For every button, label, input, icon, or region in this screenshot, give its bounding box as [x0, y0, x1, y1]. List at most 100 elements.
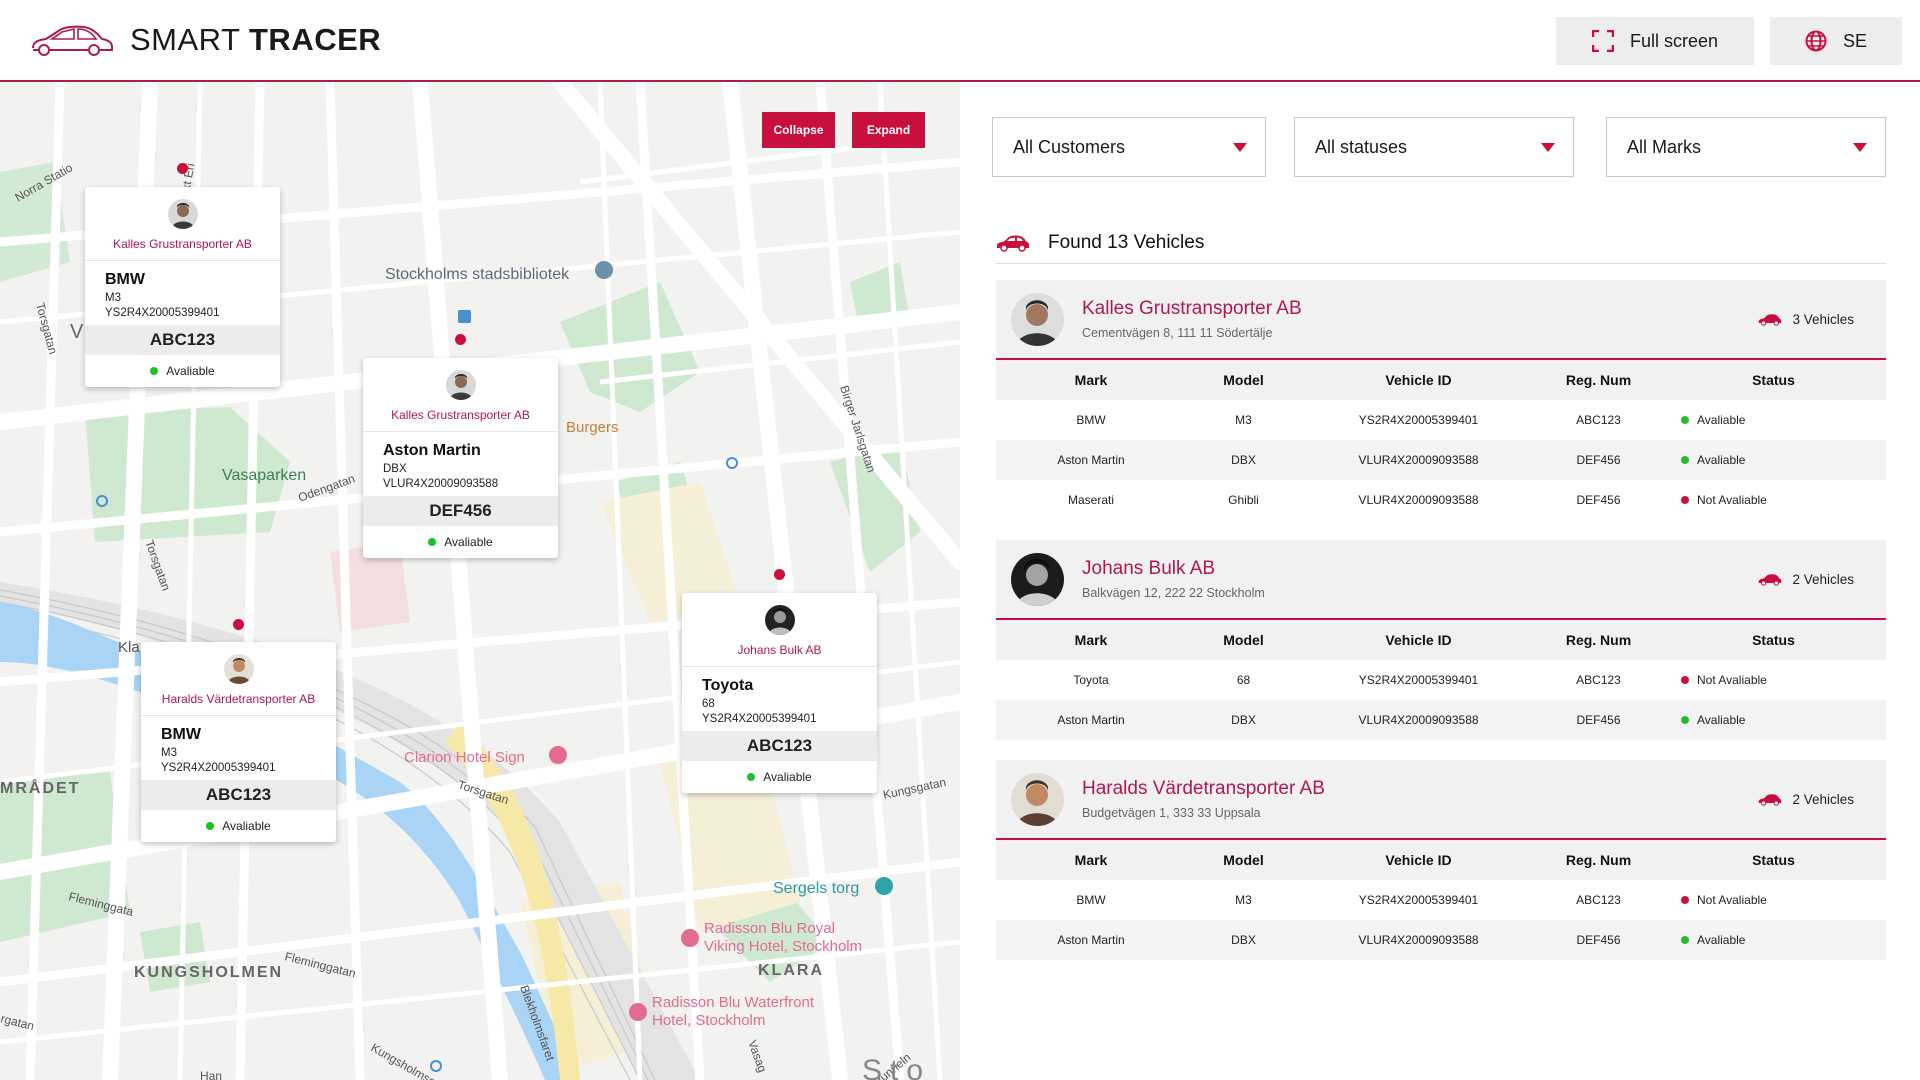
- map-label-vasaparken: Vasaparken: [222, 467, 306, 484]
- customer-header[interactable]: Johans Bulk AB Balkvägen 12, 222 22 Stoc…: [996, 540, 1886, 620]
- column-header: Mark: [996, 620, 1186, 660]
- column-header: Vehicle ID: [1301, 620, 1536, 660]
- column-header: Mark: [996, 360, 1186, 400]
- reg-number: ABC123: [682, 731, 877, 761]
- table-row[interactable]: BMW M3 YS2R4X20005399401 ABC123 Avaliabl…: [996, 400, 1886, 440]
- cell-reg: DEF456: [1536, 920, 1661, 960]
- map-pin[interactable]: [233, 619, 244, 630]
- cell-vehicle-id: YS2R4X20005399401: [1358, 413, 1479, 427]
- customer-header[interactable]: Haralds Värdetransporter AB Budgetvägen …: [996, 760, 1886, 840]
- status-dot: [1681, 496, 1689, 504]
- status-dot: [1681, 416, 1689, 424]
- cell-status: Avaliable: [1661, 920, 1886, 960]
- fullscreen-button[interactable]: Full screen: [1556, 17, 1754, 65]
- map-label-sergels: Sergels torg: [773, 880, 859, 897]
- map-label-stadsbibliotek: Stockholms stadsbibliotek: [385, 266, 570, 283]
- vehicle-id: YS2R4X20005399401: [161, 762, 276, 774]
- cell-model: M3: [1235, 893, 1252, 907]
- table-row[interactable]: Aston Martin DBX VLUR4X20009093588 DEF45…: [996, 920, 1886, 960]
- vehicle-popup-card[interactable]: Kalles Grustransporter AB BMW M3 YS2R4X2…: [85, 187, 280, 387]
- cell-status: Avaliable: [1661, 440, 1886, 480]
- vehicle-count: 2 Vehicles: [1758, 572, 1854, 587]
- customer-name: Haralds Värdetransporter AB: [1082, 778, 1325, 799]
- cell-reg: ABC123: [1576, 893, 1621, 907]
- cell-status: Not Avaliable: [1661, 480, 1886, 520]
- customer-group: Haralds Värdetransporter AB Budgetvägen …: [996, 760, 1886, 960]
- table-row[interactable]: Maserati Ghibli VLUR4X20009093588 DEF456…: [996, 480, 1886, 520]
- column-header: Reg. Num: [1536, 840, 1661, 880]
- map-label-radisson1b: Viking Hotel, Stockholm: [704, 938, 862, 955]
- status-dot: [428, 538, 437, 546]
- cell-vehicle-id: VLUR4X20009093588: [1301, 440, 1536, 480]
- customer-header[interactable]: Kalles Grustransporter AB Cementvägen 8,…: [996, 280, 1886, 360]
- car-logo-icon: [32, 25, 113, 56]
- reg-number: ABC123: [141, 780, 336, 810]
- map-pin[interactable]: [455, 334, 466, 345]
- column-header: Model: [1186, 620, 1301, 660]
- map-view[interactable]: Norra Statio Sankt Eri Torsgatan Odengat…: [0, 82, 960, 1080]
- car-icon: [1759, 794, 1782, 806]
- customer-address: Budgetvägen 1, 333 33 Uppsala: [1082, 806, 1261, 820]
- customer-name: Johans Bulk AB: [1082, 558, 1216, 579]
- cell-mark: BMW: [1076, 893, 1106, 907]
- map-label-radisson1a: Radisson Blu Royal: [704, 920, 835, 937]
- cell-reg: DEF456: [1536, 700, 1661, 740]
- app-logo[interactable]: SMART TRACER: [30, 22, 381, 58]
- vehicle-mark: Aston Martin: [383, 442, 481, 459]
- map-label-han: Han: [200, 1069, 222, 1080]
- status-dot: [1681, 716, 1689, 724]
- collapse-button[interactable]: Collapse: [762, 112, 835, 148]
- company-name: Kalles Grustransporter AB: [113, 237, 252, 251]
- vehicle-popup-card[interactable]: Johans Bulk AB Toyota 68 YS2R4X200053994…: [682, 593, 877, 793]
- cell-reg: DEF456: [1536, 440, 1661, 480]
- table-row[interactable]: BMW M3 YS2R4X20005399401 ABC123 Not Aval…: [996, 880, 1886, 920]
- column-header: Reg. Num: [1536, 620, 1661, 660]
- vehicle-popup-card[interactable]: Haralds Värdetransporter AB BMW M3 YS2R4…: [141, 642, 336, 842]
- status-dot: [1681, 676, 1689, 684]
- map-pin[interactable]: [177, 163, 188, 174]
- app-header: SMART TRACER Full screen SE: [0, 0, 1920, 82]
- vehicle-mark: Toyota: [702, 677, 754, 694]
- table-row[interactable]: Toyota 68 YS2R4X20005399401 ABC123 Not A…: [996, 660, 1886, 700]
- cell-reg: DEF456: [1576, 493, 1621, 507]
- vehicle-table: Mark Model Vehicle ID Reg. Num Status BM…: [996, 360, 1886, 520]
- column-header: Status: [1661, 840, 1886, 880]
- vehicle-popup-card[interactable]: Kalles Grustransporter AB Aston Martin D…: [363, 358, 558, 558]
- customer-address: Cementvägen 8, 111 11 Södertälje: [1082, 326, 1273, 340]
- status-filter-select[interactable]: All statuses: [1294, 117, 1574, 177]
- fullscreen-label: Full screen: [1629, 30, 1719, 51]
- expand-button[interactable]: Expand: [852, 112, 925, 148]
- table-row[interactable]: Aston Martin DBX VLUR4X20009093588 DEF45…: [996, 440, 1886, 480]
- map-label-kla: Kla: [118, 639, 140, 656]
- language-button[interactable]: SE: [1770, 17, 1902, 65]
- vehicle-table: Mark Model Vehicle ID Reg. Num Status BM…: [996, 840, 1886, 960]
- avatar: [1011, 773, 1064, 826]
- customer-filter-select[interactable]: All Customers: [992, 117, 1266, 177]
- cell-mark: Maserati: [1067, 493, 1114, 507]
- car-icon: [997, 234, 1029, 252]
- status-dot: [1681, 896, 1689, 904]
- caret-down-icon: [1853, 143, 1867, 152]
- map-label-radisson2b: Hotel, Stockholm: [652, 1012, 765, 1029]
- reg-number: DEF456: [363, 496, 558, 526]
- found-count: Found 13 Vehicles: [1048, 231, 1205, 253]
- column-header: Vehicle ID: [1301, 840, 1536, 880]
- avatar: [223, 654, 254, 684]
- vehicle-model: M3: [161, 747, 177, 759]
- status-dot: [1681, 936, 1689, 944]
- column-header: Status: [1661, 620, 1886, 660]
- cell-status: Not Avaliable: [1661, 660, 1886, 700]
- column-header: Status: [1661, 360, 1886, 400]
- status-filter-value: All statuses: [1315, 136, 1408, 157]
- map-label-kungsholmen: KUNGSHOLMEN: [134, 964, 283, 981]
- mark-filter-select[interactable]: All Marks: [1606, 117, 1886, 177]
- reg-number: ABC123: [85, 325, 280, 355]
- map-pin[interactable]: [774, 569, 785, 580]
- mark-filter-value: All Marks: [1627, 136, 1702, 157]
- status-dot: [150, 367, 159, 375]
- table-row[interactable]: Aston Martin DBX VLUR4X20009093588 DEF45…: [996, 700, 1886, 740]
- cell-status: Avaliable: [1661, 400, 1886, 440]
- cell-mark: Aston Martin: [996, 920, 1186, 960]
- status-dot: [206, 822, 215, 830]
- status: Avaliable: [85, 355, 280, 387]
